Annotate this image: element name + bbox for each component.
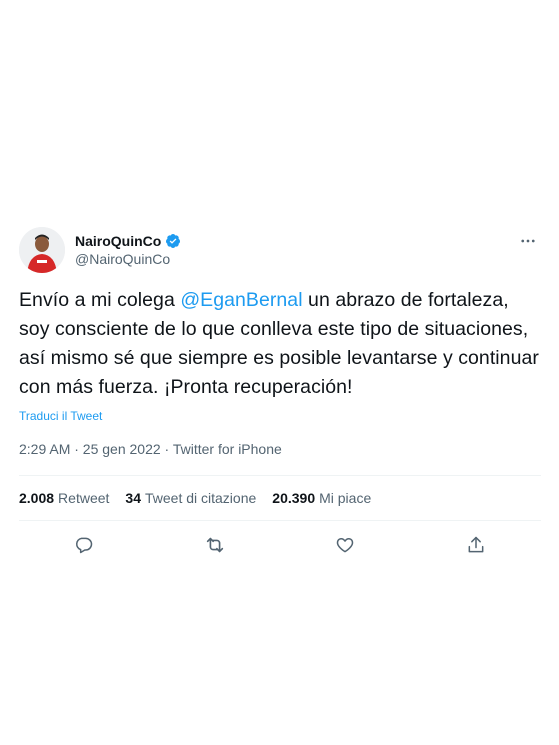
retweets-count: 2.008 xyxy=(19,490,55,506)
share-icon[interactable] xyxy=(464,533,488,557)
likes-stat[interactable]: 20.390 Mi piace xyxy=(272,490,371,506)
likes-label: Mi piace xyxy=(319,490,372,506)
verified-badge-icon xyxy=(165,233,181,249)
tweet-header: NairoQuinCo @NairoQuinCo xyxy=(19,226,541,274)
quotes-label: Tweet di citazione xyxy=(144,490,257,506)
engagement-stats: 2.008 Retweet 34 Tweet di citazione 20.390… xyxy=(19,476,541,520)
mention-link[interactable]: @EganBernal xyxy=(180,289,302,311)
reply-icon[interactable] xyxy=(72,533,96,557)
more-options-icon[interactable] xyxy=(517,230,539,252)
tweet-timestamp[interactable]: 2:29 AM · 25 gen 2022 · Twitter for iPho… xyxy=(19,440,541,458)
tweet-text: Envío a mi colega @EganBernal un abrazo … xyxy=(19,286,541,402)
tweet-card: NairoQuinCo @NairoQuinCo Envío a mi cole… xyxy=(19,226,541,569)
retweets-label: Retweet xyxy=(58,490,110,506)
avatar[interactable] xyxy=(19,227,65,273)
author-display-name[interactable]: NairoQuinCo xyxy=(75,232,161,250)
retweets-stat[interactable]: 2.008 Retweet xyxy=(19,490,109,506)
quotes-count: 34 xyxy=(125,490,141,506)
action-bar xyxy=(19,521,541,569)
author-handle[interactable]: @NairoQuinCo xyxy=(75,250,181,268)
author-names: NairoQuinCo @NairoQuinCo xyxy=(75,232,181,268)
tweet-text-before: Envío a mi colega xyxy=(19,289,181,311)
avatar-image xyxy=(19,227,65,273)
likes-count: 20.390 xyxy=(272,490,316,506)
retweet-icon[interactable] xyxy=(203,533,227,557)
like-icon[interactable] xyxy=(333,533,357,557)
name-row: NairoQuinCo xyxy=(75,232,181,250)
quotes-stat[interactable]: 34 Tweet di citazione xyxy=(125,490,256,506)
translate-link[interactable]: Traduci il Tweet xyxy=(19,408,541,424)
